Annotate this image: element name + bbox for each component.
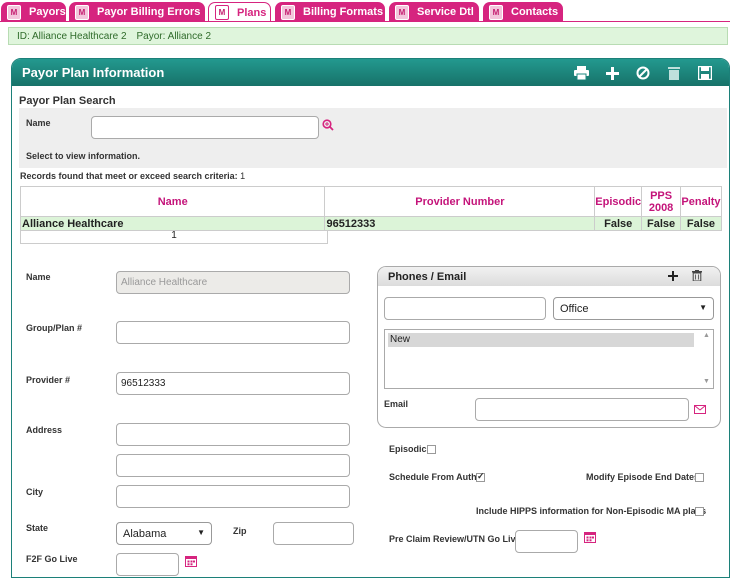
phones-email-panel: Phones / Email Office ▼ New ▲ ▼ Email [377,266,721,428]
group-plan-label: Group/Plan # [26,323,83,333]
panel-title: Payor Plan Information [22,65,165,80]
state-select[interactable]: Alabama ▼ [116,522,212,545]
col-penalty[interactable]: Penalty [680,186,722,217]
payor-text: Payor: Alliance 2 [136,30,212,42]
address-label: Address [26,425,63,435]
preclaim-label: Pre Claim Review/UTN Go Live [389,534,521,544]
phone-type-select[interactable]: Office ▼ [553,297,714,320]
col-pps-2008[interactable]: PPS 2008 [641,186,681,217]
search-icon[interactable] [322,119,334,134]
tab-billing-formats[interactable]: M Billing Formats [275,2,385,22]
module-icon: M [281,4,295,20]
preclaim-field[interactable] [515,530,578,553]
modify-episode-checkbox[interactable] [695,473,704,482]
table-header-row: Name Provider Number Episodic PPS 2008 P… [19,186,722,217]
module-icon: M [75,4,89,20]
col-provider-number[interactable]: Provider Number [324,186,596,217]
search-name-label: Name [26,118,51,128]
app-root: M Payors M Payor Billing Errors M Plans M Bi… [0,0,730,578]
name-field[interactable] [116,271,350,294]
search-name-input[interactable] [91,116,319,139]
calendar-icon[interactable] [584,531,596,543]
add-icon[interactable] [668,271,678,284]
tab-payor-billing-errors[interactable]: M Payor Billing Errors [69,2,205,22]
tab-plans[interactable]: M Plans [208,2,271,22]
cell-provider-number: 96512333 [324,216,596,231]
cell-penalty: False [680,216,722,231]
tab-service-dtl[interactable]: M Service Dtl [389,2,479,22]
tab-contacts[interactable]: M Contacts [483,2,563,22]
city-field[interactable] [116,485,350,508]
group-plan-field[interactable] [116,321,350,344]
email-label: Email [384,399,409,409]
f2f-label: F2F Go Live [26,554,78,564]
table-row[interactable]: Alliance Healthcare 96512333 False False… [19,216,722,231]
cell-pps-2008: False [641,216,681,231]
episodic-label: Episodic [389,444,427,454]
search-area: Name Select to view information. [19,108,727,168]
tab-bar: M Payors M Payor Billing Errors M Plans M Bi… [0,0,730,22]
address-line1-field[interactable] [116,423,350,446]
zip-field[interactable] [273,522,354,545]
scroll-down-icon[interactable]: ▼ [703,378,710,385]
search-section-title: Payor Plan Search [19,95,116,107]
scrollbar[interactable]: ▲ ▼ [701,330,713,388]
list-item[interactable]: New [388,333,694,347]
phones-list[interactable]: New ▲ ▼ [384,329,714,389]
address-line2-field[interactable] [116,454,350,477]
records-found: Records found that meet or exceed search… [20,171,246,181]
schedule-from-auth-checkbox[interactable] [476,471,485,482]
hipps-label: Include HIPPS information for Non-Episod… [476,506,707,516]
results-table: Name Provider Number Episodic PPS 2008 P… [19,186,722,231]
trash-icon[interactable] [692,270,702,284]
trash-icon[interactable] [666,65,682,81]
col-episodic[interactable]: Episodic [594,186,643,217]
panel-header: Payor Plan Information [12,59,729,86]
schedule-from-auth-label: Schedule From Auth [389,472,477,482]
search-hint: Select to view information. [26,151,141,161]
add-icon[interactable] [604,65,620,81]
modify-episode-label: Modify Episode End Dates [586,472,700,482]
cancel-icon[interactable] [635,65,651,81]
tab-payors[interactable]: M Payors [1,2,66,22]
f2f-field[interactable] [116,553,179,576]
id-bar: ID: Alliance Healthcare 2 Payor: Allianc… [8,27,728,45]
panel-toolbar [558,65,713,81]
state-label: State [26,523,49,533]
col-name[interactable]: Name [19,186,326,217]
phones-email-title: Phones / Email [388,270,467,283]
zip-label: Zip [233,526,247,536]
id-text: ID: Alliance Healthcare 2 [17,30,127,42]
pager[interactable]: 1 [20,230,328,244]
cell-name: Alliance Healthcare [19,216,326,231]
chevron-down-icon: ▼ [699,303,707,312]
provider-field[interactable] [116,372,350,395]
scroll-up-icon[interactable]: ▲ [703,332,710,339]
episodic-checkbox[interactable] [427,445,436,454]
cell-episodic: False [594,216,643,231]
module-icon: M [395,4,409,20]
print-icon[interactable] [573,65,589,81]
city-label: City [26,487,44,497]
email-field[interactable] [475,398,689,421]
module-icon: M [7,4,21,20]
calendar-icon[interactable] [185,555,197,567]
tab-divider [0,21,730,22]
module-icon: M [489,4,503,20]
save-icon[interactable] [697,65,713,81]
chevron-down-icon: ▼ [197,528,205,537]
phones-email-header: Phones / Email [378,267,720,286]
module-icon: M [215,5,229,20]
phone-field[interactable] [384,297,546,320]
provider-label: Provider # [26,375,71,385]
name-label: Name [26,272,51,282]
mail-icon[interactable] [694,405,706,417]
hipps-checkbox[interactable] [695,507,704,516]
